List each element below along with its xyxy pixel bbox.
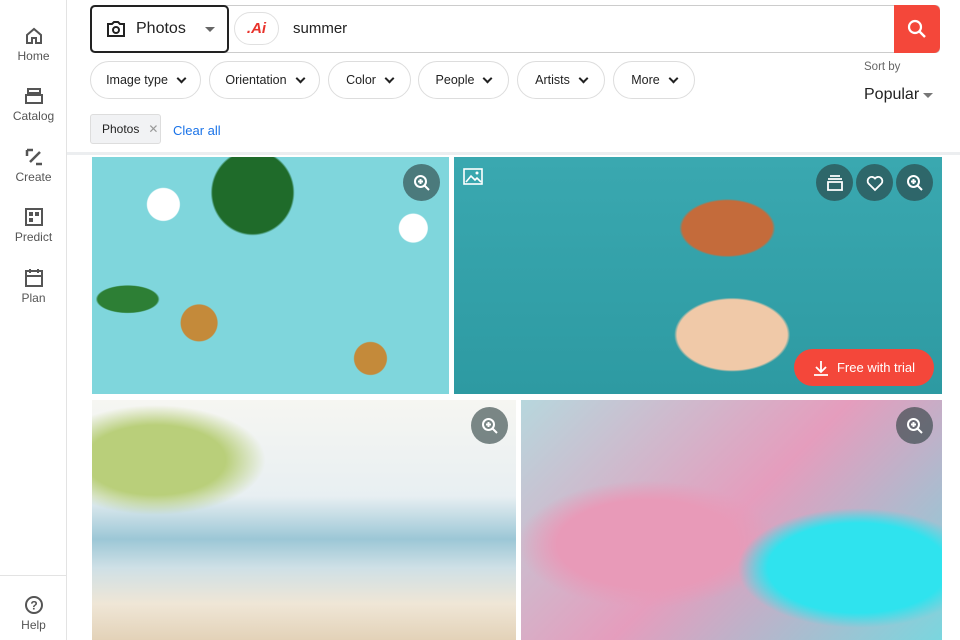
filter-more[interactable]: More — [613, 61, 695, 99]
sidebar-item-label: Catalog — [12, 109, 55, 123]
create-icon — [25, 148, 42, 166]
sidebar: Home Catalog Create Predict Plan ? Help — [0, 0, 67, 640]
sort-dropdown[interactable]: Popular — [864, 86, 919, 104]
search-type-dropdown[interactable]: Photos — [90, 5, 229, 53]
chevron-down-icon — [384, 73, 395, 83]
svg-text:?: ? — [30, 599, 37, 613]
image-icon — [463, 168, 483, 185]
ai-logo: .Ai — [246, 20, 267, 37]
tag-label: Photos — [102, 122, 140, 136]
zoom-in-icon — [906, 417, 923, 434]
close-icon[interactable]: ✕ — [148, 122, 158, 136]
sidebar-item-label: Home — [17, 49, 50, 63]
home-icon — [25, 27, 42, 44]
library-icon — [826, 174, 843, 191]
caret-down-icon — [205, 27, 215, 32]
zoom-button[interactable] — [896, 407, 933, 444]
zoom-button[interactable] — [403, 164, 440, 201]
filter-label: Artists — [535, 73, 570, 87]
search-input[interactable]: summer — [293, 20, 347, 37]
sidebar-item-plan[interactable]: Plan — [0, 268, 67, 305]
chevron-down-icon — [668, 73, 679, 83]
sidebar-item-help[interactable]: ? Help — [0, 595, 67, 632]
divider — [67, 152, 960, 155]
result-image[interactable] — [521, 400, 942, 640]
sidebar-item-label: Plan — [21, 291, 46, 305]
chevron-down-icon — [176, 73, 187, 83]
heart-icon — [866, 175, 883, 191]
plan-icon — [24, 269, 43, 287]
filter-label: More — [631, 73, 660, 87]
catalog-icon — [24, 88, 43, 104]
predict-icon — [24, 208, 43, 226]
camera-icon — [107, 21, 125, 37]
filter-label: People — [435, 73, 475, 87]
help-icon: ? — [24, 596, 43, 614]
download-icon — [813, 360, 828, 376]
chevron-down-icon — [483, 73, 493, 83]
sidebar-item-label: Create — [15, 170, 52, 184]
search-icon — [907, 19, 926, 38]
filter-label: Image type — [106, 73, 168, 87]
caret-down-icon — [923, 93, 933, 98]
result-image[interactable] — [92, 400, 516, 640]
clear-all-link[interactable]: Clear all — [173, 123, 221, 138]
chevron-down-icon — [295, 73, 306, 83]
like-button[interactable] — [856, 164, 893, 201]
filter-people[interactable]: People — [418, 61, 509, 99]
zoom-in-icon — [906, 174, 923, 191]
search-button[interactable] — [894, 5, 940, 53]
sidebar-item-catalog[interactable]: Catalog — [0, 86, 67, 123]
sort-label: Sort by — [864, 61, 901, 73]
zoom-in-icon — [413, 174, 430, 191]
filter-label: Orientation — [225, 73, 287, 87]
divider — [0, 575, 67, 576]
sidebar-item-home[interactable]: Home — [0, 26, 67, 63]
filter-image-type[interactable]: Image type — [90, 61, 201, 99]
add-to-library-button[interactable] — [816, 164, 853, 201]
cta-label: Free with trial — [836, 360, 916, 375]
sidebar-item-label: Predict — [14, 230, 53, 244]
sidebar-item-predict[interactable]: Predict — [0, 207, 67, 244]
zoom-button[interactable] — [471, 407, 508, 444]
free-with-trial-button[interactable]: Free with trial — [794, 349, 934, 386]
filter-label: Color — [346, 73, 376, 87]
sidebar-item-label: Help — [21, 618, 46, 632]
filter-color[interactable]: Color — [328, 61, 411, 99]
sidebar-item-create[interactable]: Create — [0, 147, 67, 184]
result-image[interactable] — [92, 157, 449, 394]
zoom-in-icon — [481, 417, 498, 434]
ai-search-button[interactable]: .Ai — [234, 12, 279, 45]
active-filter-tag[interactable]: Photos ✕ — [90, 114, 161, 144]
zoom-button[interactable] — [896, 164, 933, 201]
filter-orientation[interactable]: Orientation — [209, 61, 320, 99]
search-type-label: Photos — [136, 20, 186, 37]
chevron-down-icon — [578, 73, 589, 83]
filter-artists[interactable]: Artists — [517, 61, 605, 99]
